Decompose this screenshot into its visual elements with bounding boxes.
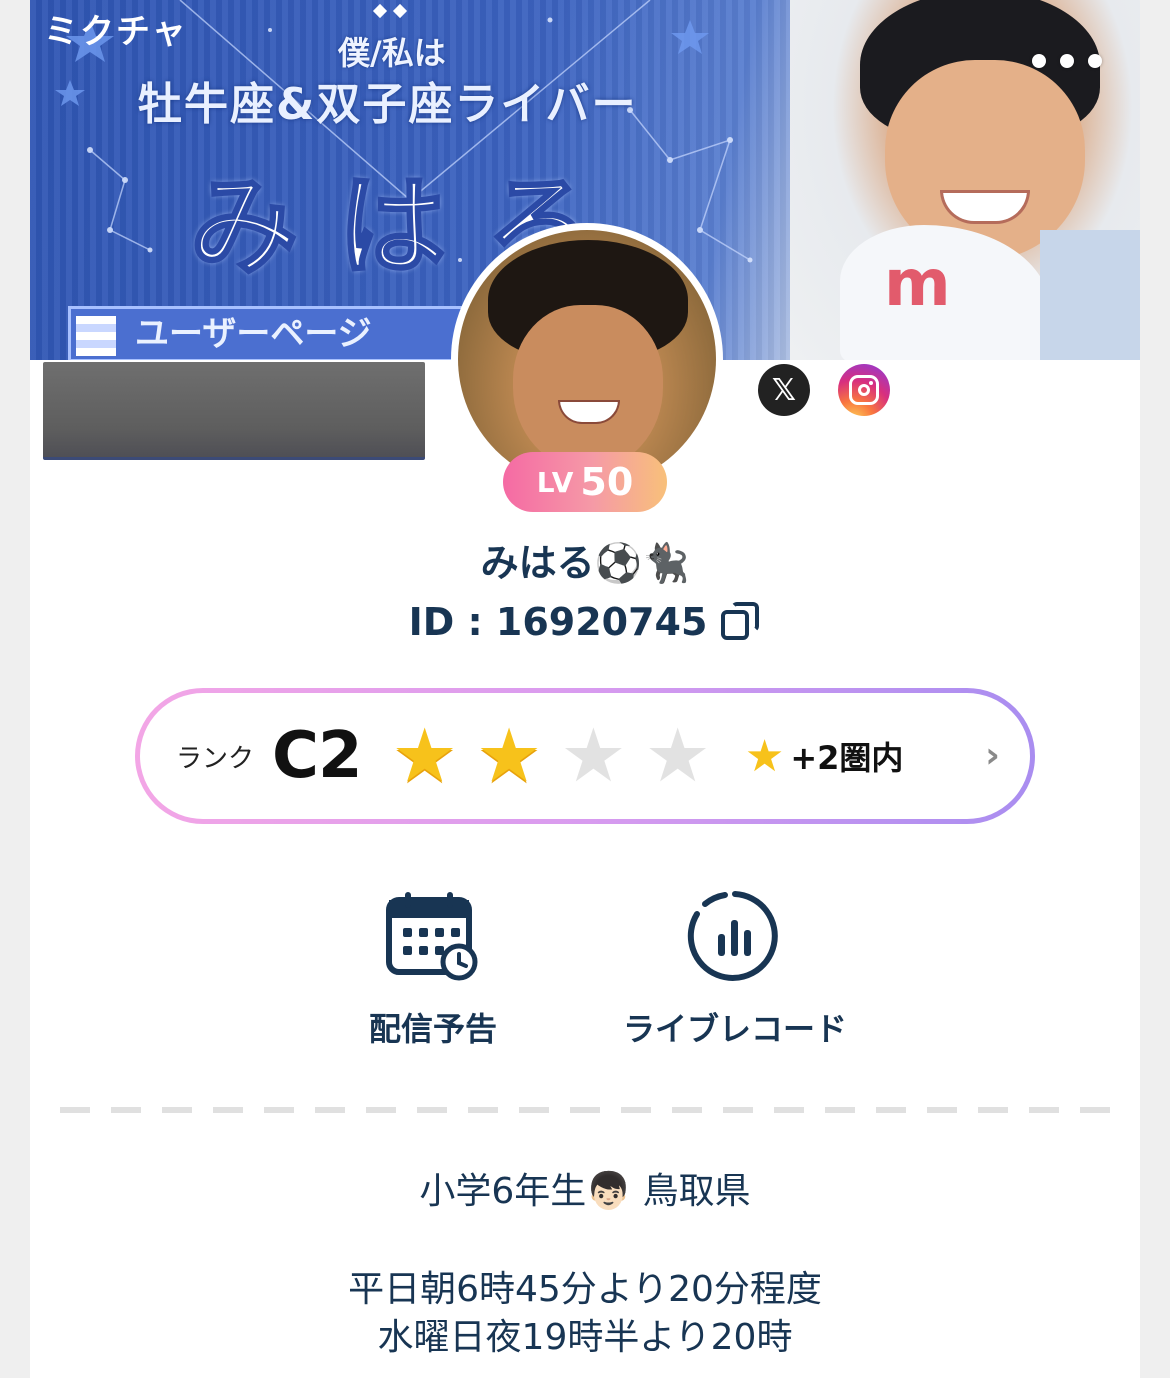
rank-panel[interactable]: ランク C2 ★ ★ ★ ★ ★ +2圏内 ›	[135, 688, 1035, 824]
bio-schedule-weekday: 平日朝6時45分より20分程度	[348, 1269, 822, 1310]
live-record-button[interactable]: ライブレコード	[605, 890, 865, 1050]
ellipsis-dot	[1088, 54, 1102, 68]
x-logo-icon[interactable]: 𝕏	[758, 364, 810, 416]
rank-range-text: +2圏内	[790, 739, 904, 777]
rank-star-filled-icon: ★	[391, 713, 458, 799]
bio-grade-location: 小学6年生👦🏻 鳥取県	[419, 1171, 751, 1212]
level-badge: LV 50	[503, 452, 667, 512]
calendar-clock-icon	[386, 892, 478, 981]
banner-title: 牡牛座&双子座ライバー	[138, 79, 638, 130]
schedule-button[interactable]: 配信予告	[303, 890, 563, 1050]
level-label: LV	[536, 465, 575, 499]
redacted-area	[43, 362, 425, 460]
instagram-glyph	[849, 375, 879, 405]
ellipsis-dot	[1060, 54, 1074, 68]
rank-label: ランク	[176, 743, 255, 774]
copy-icon[interactable]	[721, 602, 761, 642]
banner-photo-shirt	[1040, 230, 1140, 360]
rank-range: ★ +2圏内	[745, 731, 904, 782]
schedule-label: 配信予告	[368, 1010, 497, 1048]
x-glyph: 𝕏	[771, 372, 797, 408]
banner-brand-logo: ミクチャ	[44, 12, 188, 52]
copy-icon-front	[731, 602, 760, 632]
instagram-icon[interactable]	[838, 364, 890, 416]
rank-value: C2	[272, 719, 362, 793]
rank-range-star-icon: ★	[744, 730, 785, 782]
live-record-chart-icon	[687, 891, 778, 981]
rank-star-empty-icon: ★	[560, 713, 627, 799]
rank-panel-inner: ランク C2 ★ ★ ★ ★ ★ +2圏内 ›	[140, 693, 1030, 819]
user-id: ID : 16920745	[408, 600, 708, 644]
section-divider	[60, 1107, 1110, 1113]
live-record-label: ライブレコード	[622, 1010, 847, 1048]
pillow-logo: m	[884, 247, 951, 321]
chevron-right-icon: ›	[985, 735, 1000, 776]
rank-star-filled-icon: ★	[475, 713, 543, 799]
banner-userpage-label: ユーザーページ	[68, 306, 488, 360]
avatar-photo	[458, 230, 716, 488]
bio-schedule-wednesday: 水曜日夜19時半より20時	[377, 1317, 793, 1358]
username: みはる⚽🐈‍⬛	[480, 541, 690, 585]
user-id-row: ID : 16920745	[30, 600, 1140, 644]
more-options-button[interactable]	[1022, 44, 1112, 78]
avatar-face	[513, 305, 663, 470]
ellipsis-dot	[1032, 54, 1046, 68]
profile-card: ミクチャ 僕/私は 牡牛座&双子座ライバー みはる ユーザーページ m LV 5…	[30, 0, 1140, 1378]
banner-pixel-decoration	[76, 316, 116, 356]
level-value: 50	[580, 460, 634, 504]
rank-star-empty-icon: ★	[644, 713, 711, 799]
